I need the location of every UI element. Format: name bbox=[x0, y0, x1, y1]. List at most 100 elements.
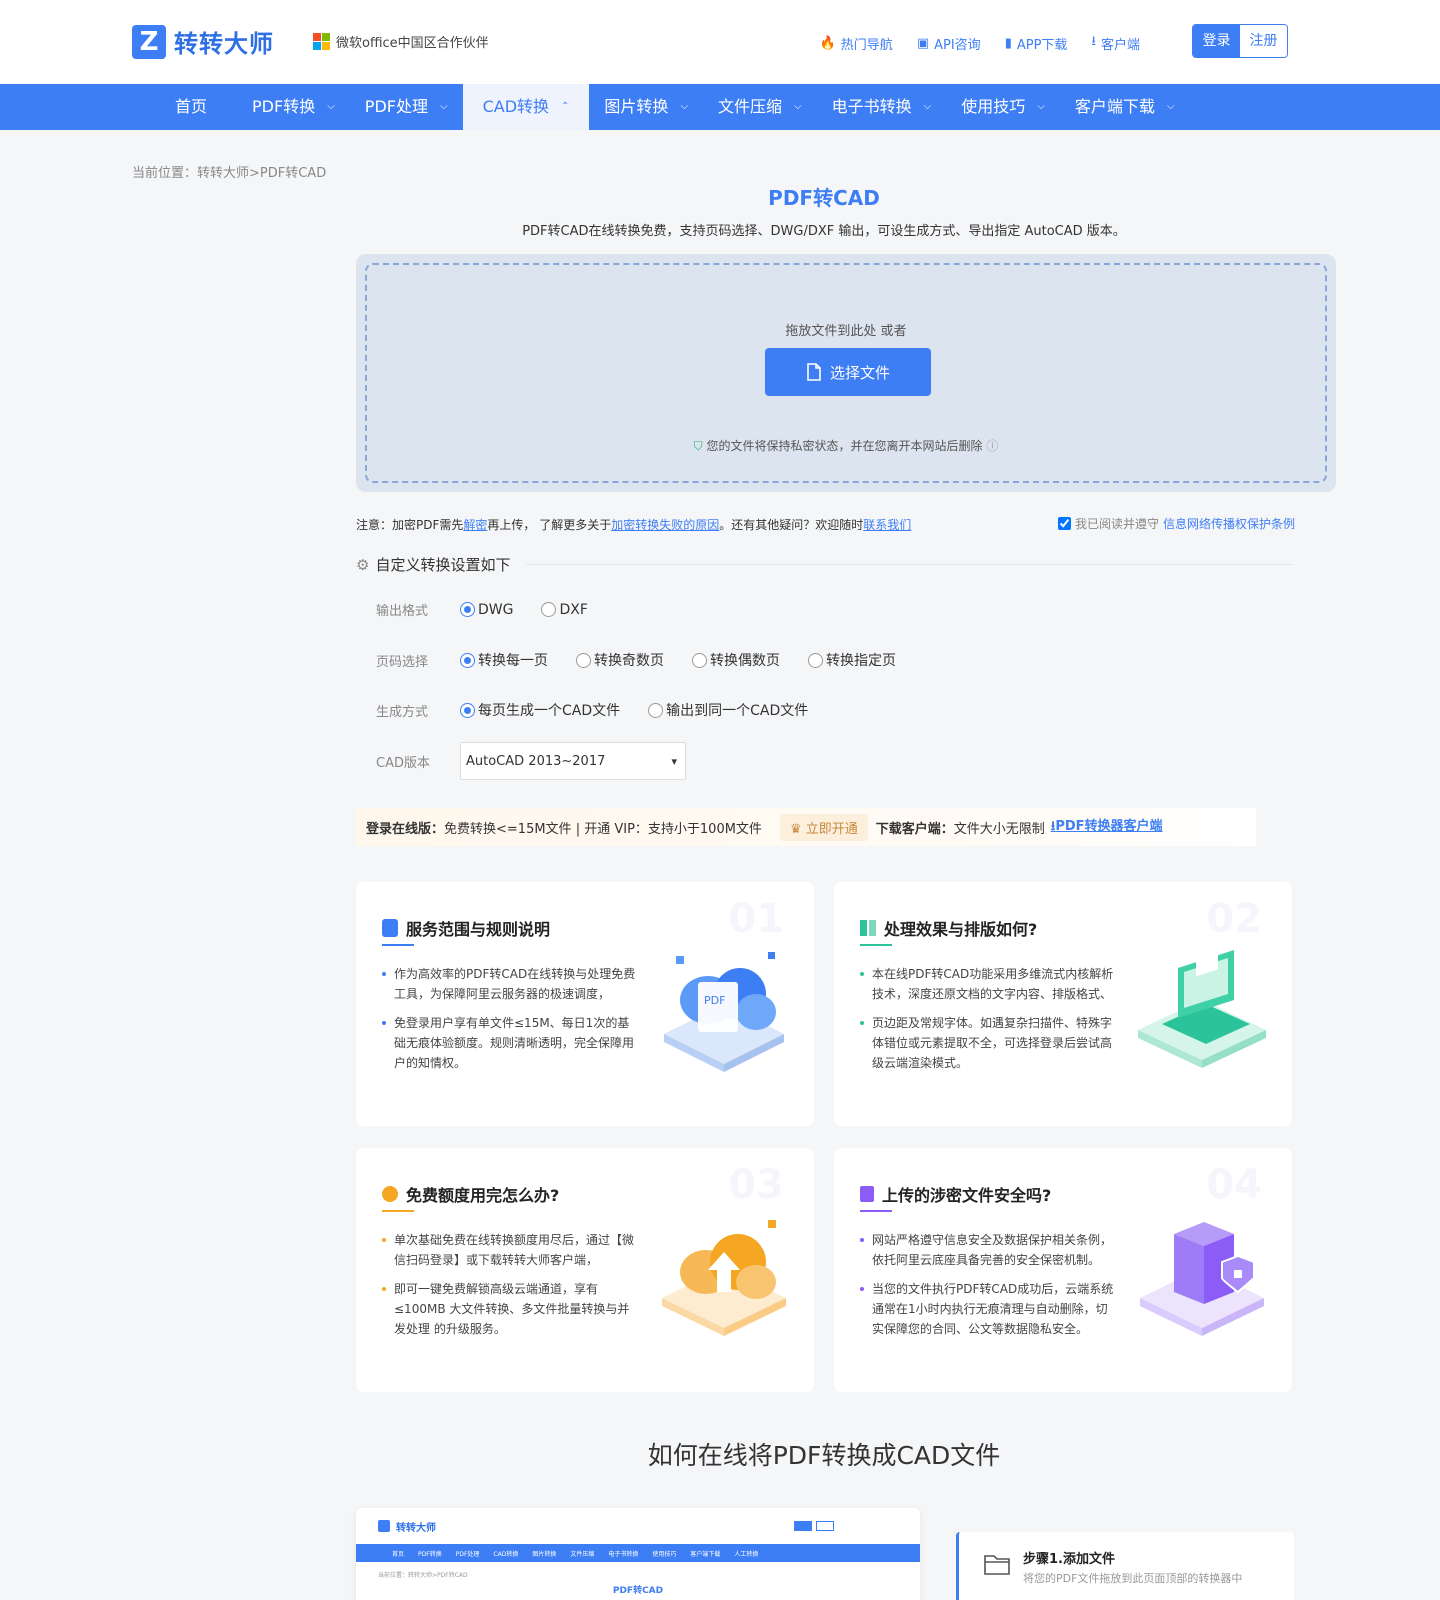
card-title-text: 服务范围与规则说明 bbox=[406, 920, 551, 939]
radio-dxf[interactable]: DXF bbox=[541, 602, 588, 618]
radio-single-file[interactable]: 输出到同一个CAD文件 bbox=[648, 700, 808, 720]
logo[interactable]: Z 转转大师 bbox=[132, 24, 274, 59]
radio-button[interactable] bbox=[541, 602, 557, 617]
top-link-label: API咨询 bbox=[934, 37, 981, 53]
radio-button[interactable] bbox=[808, 652, 823, 668]
chevron-down-icon: ▾ bbox=[671, 754, 677, 768]
promo-client-text: 文件大小无限制 bbox=[953, 821, 1045, 837]
top-link-client[interactable]: ⭳ 客户端 bbox=[1091, 32, 1140, 54]
notice-text: 注意：加密PDF需先解密再上传， 了解更多关于加密转换失败的原因。还有其他疑问？… bbox=[356, 516, 911, 533]
notice-part: 。还有其他疑问？欢迎随时 bbox=[719, 518, 864, 532]
partner-text: 微软office中国区合作伙伴 bbox=[336, 36, 489, 51]
nav-item-home[interactable]: 首页 bbox=[125, 84, 237, 130]
top-link-label: 客户端 bbox=[1100, 37, 1140, 53]
info-icon[interactable]: ⓘ bbox=[986, 439, 998, 453]
privacy-text: 您的文件将保持私密状态，并在您离开本网站后删除 bbox=[706, 439, 983, 453]
mini-nav-item: 首页 bbox=[392, 1550, 405, 1558]
radio-specific-pages[interactable]: 转换指定页 bbox=[808, 650, 896, 670]
upload-area[interactable]: 拖放文件到此处 或者 选择文件 ⛉ 您的文件将保持私密状态，并在您离开本网站后删… bbox=[356, 254, 1336, 492]
radio-even-pages[interactable]: 转换偶数页 bbox=[692, 650, 780, 670]
generate-mode-label: 生成方式 bbox=[376, 704, 429, 720]
top-link-api[interactable]: ▣ API咨询 bbox=[917, 32, 981, 54]
contact-us-link[interactable]: 联系我们 bbox=[863, 518, 911, 532]
nav-item-pdf-convert[interactable]: PDF转换 ⌵ bbox=[237, 84, 350, 130]
client-download-link[interactable]: ⭳PDF转换器客户端 bbox=[1051, 815, 1163, 839]
radio-dwg[interactable]: DWG bbox=[460, 602, 513, 618]
top-link-app[interactable]: ▮ APP下载 bbox=[1005, 32, 1068, 54]
nav-label: CAD转换 bbox=[482, 97, 550, 116]
card-list: 本在线PDF转CAD功能采用多维流式内核解析技术，深度还原文档的文字内容、排版格… bbox=[860, 964, 1118, 1082]
top-link-label: 热门导航 bbox=[840, 37, 893, 53]
mini-nav-item: PDF处理 bbox=[455, 1550, 480, 1558]
card-number: 02 bbox=[1206, 896, 1262, 942]
radio-odd-pages[interactable]: 转换奇数页 bbox=[576, 650, 664, 670]
pdf-cloud-illustration: PDF bbox=[664, 952, 784, 1072]
vip-open-button[interactable]: ♛ 立即开通 bbox=[779, 813, 868, 841]
breadcrumb: 当前位置：转转大师>PDF转CAD bbox=[132, 166, 327, 181]
nav-item-cad-convert[interactable]: CAD转换 ⌃ bbox=[462, 84, 590, 130]
nav-item-compress[interactable]: 文件压缩 ⌵ bbox=[703, 84, 817, 130]
step-title: 步骤1.添加文件 bbox=[1023, 1552, 1115, 1567]
radio-per-page-file[interactable]: 每页生成一个CAD文件 bbox=[460, 700, 620, 720]
top-links: 🔥 热门导航 ▣ API咨询 ▮ APP下载 ⭳ 客户端 bbox=[820, 32, 1140, 54]
top-link-label: APP下载 bbox=[1016, 37, 1068, 53]
crown-icon: ♛ bbox=[789, 821, 806, 837]
settings-heading: ⚙ 自定义转换设置如下 bbox=[356, 554, 1294, 575]
cad-version-value: AutoCAD 2013~2017 bbox=[466, 753, 606, 769]
file-icon bbox=[807, 363, 821, 381]
card-list-item: 当您的文件执行PDF转CAD成功后，云端系统通常在1小时内执行无痕清理与自动删除… bbox=[860, 1279, 1118, 1339]
radio-button[interactable] bbox=[692, 652, 707, 668]
radio-label: 转换偶数页 bbox=[710, 653, 780, 669]
radio-label: DWG bbox=[478, 601, 514, 618]
card-title-text: 免费额度用完怎么办? bbox=[406, 1186, 560, 1205]
nav-item-client-download[interactable]: 客户端下载 ⌵ bbox=[1060, 84, 1190, 130]
mini-nav-item: 人工转换 bbox=[734, 1550, 759, 1558]
cloud-upload-illustration bbox=[662, 1220, 786, 1336]
client-download-label: PDF转换器客户端 bbox=[1055, 819, 1163, 834]
register-button[interactable]: 注册 bbox=[1240, 25, 1287, 57]
lightbulb-icon bbox=[382, 1186, 398, 1202]
main-nav: 首页 PDF转换 ⌵ PDF处理 ⌵ CAD转换 ⌃ 图片转换 ⌵ 文件压缩 ⌵ 电子书转… bbox=[0, 84, 1440, 130]
page-select-label: 页码选择 bbox=[376, 654, 429, 670]
download-icon: ⭳ bbox=[1091, 34, 1096, 49]
regulation-link[interactable]: 信息网络传播权保护条例 bbox=[1163, 515, 1295, 532]
nav-item-tips[interactable]: 使用技巧 ⌵ bbox=[946, 84, 1060, 130]
mini-auth bbox=[794, 1521, 834, 1531]
agree-checkbox-row[interactable]: 我已阅读并遵守 信息网络传播权保护条例 bbox=[1058, 515, 1295, 532]
radio-label: 转换每一页 bbox=[478, 653, 548, 669]
server-shield-illustration bbox=[1140, 1222, 1264, 1336]
radio-button[interactable] bbox=[460, 702, 475, 718]
card-list-item: 本在线PDF转CAD功能采用多维流式内核解析技术，深度还原文档的文字内容、排版格… bbox=[860, 964, 1118, 1004]
faq-card-service-scope: 01 服务范围与规则说明 作为高效率的PDF转CAD在线转换与处理免费工具，为保… bbox=[356, 882, 814, 1126]
radio-button[interactable] bbox=[460, 602, 475, 617]
login-button[interactable]: 登录 bbox=[1193, 25, 1240, 57]
card-title: 上传的涉密文件安全吗? bbox=[860, 1182, 1051, 1206]
chevron-down-icon: ⌵ bbox=[1037, 101, 1045, 112]
radio-button[interactable] bbox=[648, 702, 664, 718]
mini-nav-item: 客户端下载 bbox=[690, 1550, 721, 1558]
chat-icon: ▣ bbox=[916, 35, 930, 51]
howto-heading: 如何在线将PDF转换成CAD文件 bbox=[647, 1441, 1001, 1470]
nav-item-pdf-process[interactable]: PDF处理 ⌵ bbox=[350, 84, 463, 130]
gear-icon: ⚙ bbox=[356, 555, 370, 574]
mini-nav-item: 电子书转换 bbox=[608, 1550, 639, 1558]
agree-checkbox[interactable] bbox=[1058, 517, 1071, 530]
nav-item-ebook[interactable]: 电子书转换 ⌵ bbox=[817, 84, 947, 130]
decrypt-link[interactable]: 解密 bbox=[463, 518, 487, 532]
nav-item-image-convert[interactable]: 图片转换 ⌵ bbox=[589, 84, 703, 130]
page-select-row: 页码选择 转换每一页 转换奇数页 转换偶数页 转换指定页 bbox=[376, 650, 924, 670]
cad-version-select[interactable]: AutoCAD 2013~2017 ▾ bbox=[460, 742, 686, 780]
mini-nav-item: 文件压缩 bbox=[570, 1550, 595, 1558]
radio-button[interactable] bbox=[460, 652, 475, 668]
radio-button[interactable] bbox=[576, 652, 591, 668]
nav-label: 使用技巧 bbox=[961, 97, 1026, 116]
card-title: 免费额度用完怎么办? bbox=[382, 1182, 559, 1206]
promo-client-label: 下载客户端： bbox=[875, 821, 954, 837]
radio-all-pages[interactable]: 转换每一页 bbox=[460, 650, 548, 670]
chevron-down-icon: ⌵ bbox=[680, 101, 689, 112]
failure-reason-link[interactable]: 加密转换失败的原因 bbox=[611, 518, 719, 532]
mini-logo-text: 转转大师 bbox=[396, 1522, 436, 1534]
drop-zone[interactable]: 拖放文件到此处 或者 选择文件 ⛉ 您的文件将保持私密状态，并在您离开本网站后删… bbox=[365, 263, 1327, 483]
top-link-hot-nav[interactable]: 🔥 热门导航 bbox=[820, 32, 893, 54]
choose-file-button[interactable]: 选择文件 bbox=[765, 348, 931, 396]
